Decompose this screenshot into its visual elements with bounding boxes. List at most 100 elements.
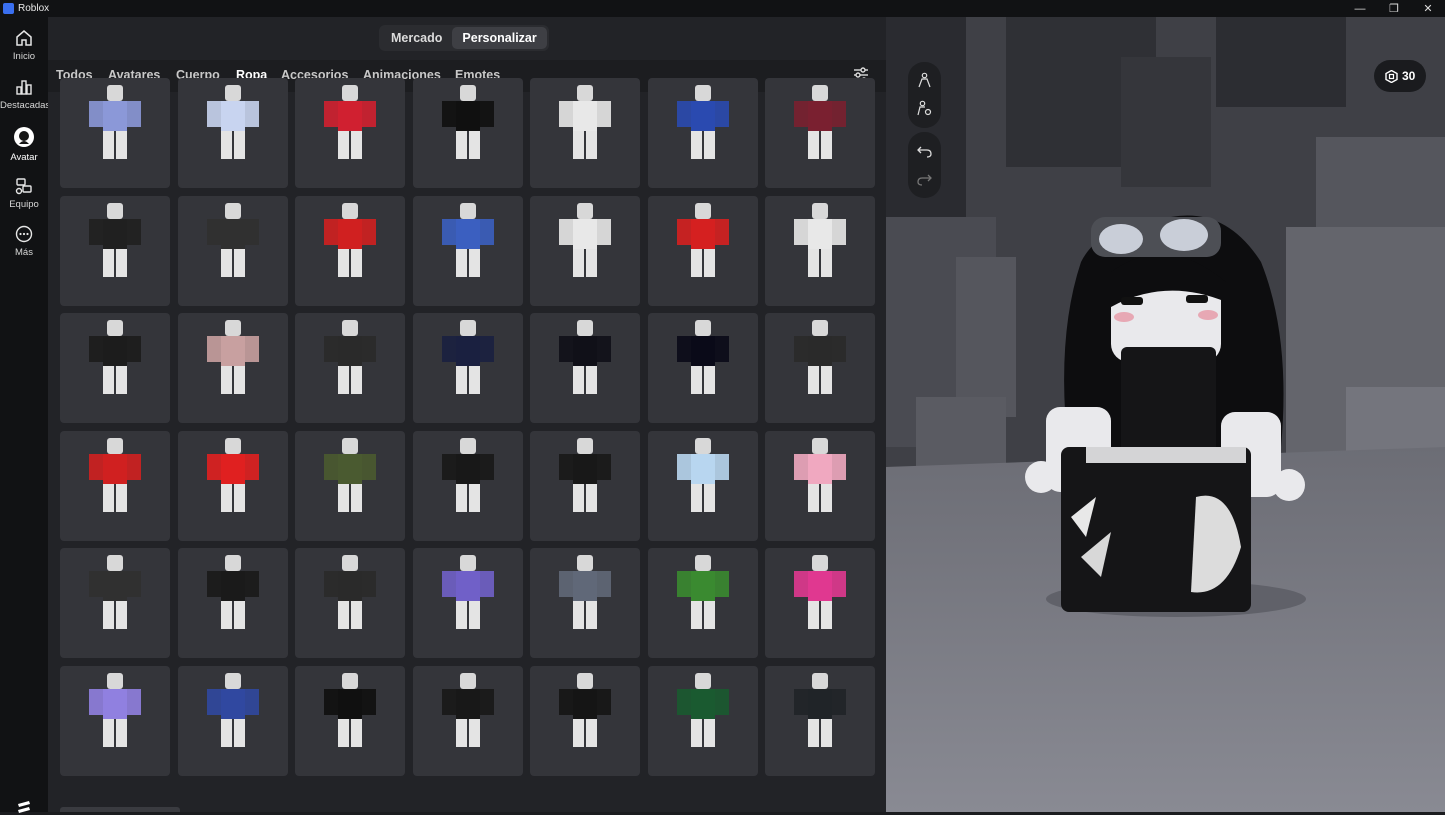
- clothing-item-card[interactable]: [60, 430, 170, 541]
- clothing-item-card[interactable]: [647, 430, 758, 541]
- clothing-item-card[interactable]: [60, 195, 170, 306]
- clothing-item-card[interactable]: [412, 430, 523, 541]
- clothing-item-card[interactable]: [177, 430, 288, 541]
- tab-mercado[interactable]: Mercado: [381, 27, 452, 49]
- clothing-item-card[interactable]: [412, 313, 523, 423]
- party-icon: [15, 178, 32, 195]
- body-tools-group: [908, 62, 941, 128]
- sidebar-item-inicio[interactable]: Inicio: [0, 29, 48, 62]
- clothing-item-card[interactable]: [177, 195, 288, 306]
- body-settings-icon[interactable]: [916, 100, 933, 117]
- clothing-thumbnail: [676, 202, 729, 277]
- clothing-item-card[interactable]: [530, 313, 640, 423]
- clothing-thumbnail: [206, 672, 259, 747]
- clothing-item-card[interactable]: [412, 78, 523, 188]
- minimize-button[interactable]: —: [1343, 0, 1377, 17]
- clothing-item-card[interactable]: [765, 430, 875, 541]
- clothing-item-card[interactable]: [765, 548, 875, 658]
- clothing-item-card[interactable]: [765, 665, 875, 776]
- clothing-item-card[interactable]: [295, 78, 405, 188]
- roblox-logo-icon[interactable]: [16, 799, 32, 815]
- clothing-thumbnail: [559, 555, 611, 629]
- more-icon: [15, 225, 33, 243]
- catalog-panel: Mercado Personalizar Todos Avatares Cuer…: [48, 17, 886, 812]
- clothing-thumbnail: [559, 202, 611, 277]
- clothing-item-card[interactable]: [295, 195, 405, 306]
- clothing-thumbnail: [559, 437, 611, 512]
- window-title: Roblox: [18, 3, 50, 14]
- clothing-item-card[interactable]: [765, 313, 875, 423]
- clothing-thumbnail: [794, 672, 846, 747]
- clothing-item-card[interactable]: [647, 665, 758, 776]
- clothing-item-card[interactable]: [295, 665, 405, 776]
- clothing-thumbnail: [794, 202, 846, 277]
- clothing-item-card[interactable]: [177, 313, 288, 423]
- maximize-button[interactable]: ❐: [1377, 0, 1411, 17]
- clothing-thumbnail: [441, 437, 494, 512]
- sidebar-item-destacadas[interactable]: Destacadas: [0, 78, 50, 111]
- clothing-thumbnail: [441, 672, 494, 747]
- clothing-thumbnail: [206, 202, 259, 277]
- clothing-item-card[interactable]: [60, 665, 170, 776]
- clothing-item-card[interactable]: [647, 78, 758, 188]
- clothing-thumbnail: [324, 85, 376, 159]
- clothing-thumbnail: [89, 202, 141, 277]
- clothing-thumbnail: [89, 320, 141, 394]
- sidebar-item-mas[interactable]: Más: [0, 225, 48, 258]
- clothing-thumbnail: [676, 85, 729, 159]
- clothing-thumbnail: [676, 555, 729, 629]
- clothing-thumbnail: [676, 320, 729, 394]
- clothing-item-card[interactable]: [530, 665, 640, 776]
- clothing-item-card[interactable]: [177, 78, 288, 188]
- clothing-item-card[interactable]: [765, 78, 875, 188]
- clothing-thumbnail: [89, 672, 141, 747]
- clothing-thumbnail: [324, 202, 376, 277]
- clothing-thumbnail: [441, 85, 494, 159]
- clothing-item-card[interactable]: [530, 548, 640, 658]
- clothing-thumbnail: [441, 555, 494, 629]
- clothing-item-card[interactable]: [412, 665, 523, 776]
- clothing-item-card[interactable]: [60, 548, 170, 658]
- clothing-item-card[interactable]: [530, 78, 640, 188]
- clothing-thumbnail: [89, 85, 141, 159]
- clothing-item-card[interactable]: [647, 548, 758, 658]
- redo-icon[interactable]: [916, 170, 933, 187]
- undo-icon[interactable]: [916, 142, 933, 159]
- clothing-thumbnail: [324, 320, 376, 394]
- clothing-item-card[interactable]: [765, 195, 875, 306]
- clothing-item-card[interactable]: [647, 313, 758, 423]
- clothing-thumbnail: [206, 320, 259, 394]
- sidebar-item-equipo[interactable]: Equipo: [0, 177, 48, 210]
- robux-balance[interactable]: 30: [1374, 60, 1427, 92]
- clothing-item-card[interactable]: [530, 195, 640, 306]
- clothing-item-card[interactable]: [530, 430, 640, 541]
- history-tools-group: [908, 132, 941, 198]
- clothing-item-card[interactable]: [60, 313, 170, 423]
- clothing-item-card[interactable]: [412, 195, 523, 306]
- clothing-thumbnail: [441, 202, 494, 277]
- title-bar: Roblox — ❐ ✕: [0, 0, 1445, 17]
- chart-icon: [16, 80, 32, 95]
- clothing-thumbnail: [559, 85, 611, 159]
- clothing-thumbnail: [324, 555, 376, 629]
- clothing-thumbnail: [324, 672, 376, 747]
- clothing-thumbnail: [559, 320, 611, 394]
- clothing-thumbnail: [206, 437, 259, 512]
- clothing-item-card[interactable]: [177, 665, 288, 776]
- tab-personalizar[interactable]: Personalizar: [452, 27, 547, 49]
- clothing-item-card[interactable]: [177, 548, 288, 658]
- clothing-item-card[interactable]: [295, 313, 405, 423]
- clothing-thumbnail: [206, 85, 259, 159]
- body-pose-icon[interactable]: [916, 72, 933, 89]
- clothing-item-card[interactable]: [295, 430, 405, 541]
- clothing-item-card[interactable]: [412, 548, 523, 658]
- clothing-item-card[interactable]: [60, 78, 170, 188]
- clothing-thumbnail: [676, 437, 729, 512]
- home-icon: [16, 30, 32, 46]
- sidebar-item-avatar[interactable]: Avatar: [0, 126, 48, 163]
- close-button[interactable]: ✕: [1411, 0, 1445, 17]
- avatar-viewport[interactable]: 30: [886, 17, 1445, 812]
- clothing-item-card[interactable]: [647, 195, 758, 306]
- clothing-thumbnail: [794, 85, 846, 159]
- clothing-item-card[interactable]: [295, 548, 405, 658]
